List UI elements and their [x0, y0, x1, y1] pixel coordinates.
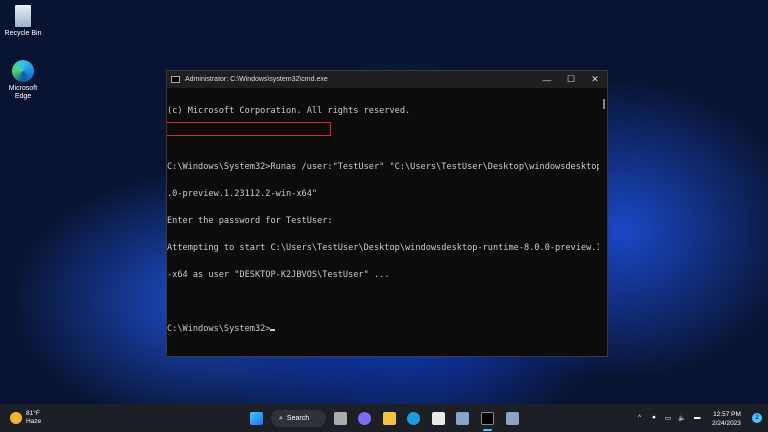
battery-icon[interactable]: ▬	[694, 414, 701, 421]
console-output[interactable]: (c) Microsoft Corporation. All rights re…	[167, 89, 599, 361]
search-label: Search	[286, 415, 310, 422]
installer-icon-2[interactable]	[506, 412, 519, 425]
console-line: Attempting to start C:\Users\TestUser\De…	[167, 243, 599, 253]
network-icon[interactable]: ▭	[665, 414, 671, 422]
window-title: Administrator: C:\Windows\system32\cmd.e…	[185, 76, 328, 83]
start-button[interactable]	[250, 412, 263, 425]
desktop-icon-label: Microsoft Edge	[8, 85, 38, 100]
file-explorer-icon[interactable]	[383, 412, 396, 425]
cmd-taskbar-icon[interactable]	[481, 412, 494, 425]
console-line: C:\Windows\System32>Runas /user:"TestUse…	[167, 162, 599, 172]
edge-icon	[12, 60, 34, 82]
recycle-bin-icon	[15, 5, 31, 27]
desktop-icon-label: Recycle Bin	[4, 30, 42, 37]
clock-date: 2/24/2023	[712, 420, 741, 427]
weather-haze-icon	[10, 412, 22, 424]
store-icon[interactable]	[432, 412, 445, 425]
weather-temp: 81°F	[26, 410, 40, 417]
clock-time: 12:57 PM	[713, 411, 741, 418]
console-line: .0-preview.1.23112.2-win-x64"	[167, 189, 318, 199]
desktop-icon-edge[interactable]: Microsoft Edge	[0, 60, 46, 101]
weather-condition: Haze	[26, 418, 42, 425]
task-view-icon[interactable]	[334, 412, 347, 425]
title-bar[interactable]: Administrator: C:\Windows\system32\cmd.e…	[167, 71, 607, 88]
maximize-button[interactable]: ☐	[559, 74, 583, 85]
active-indicator	[483, 429, 492, 431]
notification-badge[interactable]: 2	[752, 413, 762, 423]
tray-app-icon[interactable]: ●	[652, 414, 656, 421]
minimize-button[interactable]: —	[535, 75, 559, 85]
search-icon: ⌕	[279, 414, 283, 422]
edge-taskbar-icon[interactable]	[407, 412, 420, 425]
console-line: -x64 as user "DESKTOP-K2JBVOS\TestUser" …	[167, 270, 390, 280]
weather-widget[interactable]: 81°F Haze	[10, 410, 41, 426]
show-hidden-icons-chevron-icon[interactable]: ^	[638, 414, 641, 421]
clock[interactable]: 12:57 PM 2/24/2023	[712, 410, 741, 428]
scrollbar[interactable]	[603, 99, 605, 109]
cmd-window: Administrator: C:\Windows\system32\cmd.e…	[166, 70, 608, 357]
prompt-text: C:\Windows\System32>	[167, 324, 271, 334]
console-prompt: C:\Windows\System32>	[167, 325, 599, 334]
highlight-box	[167, 122, 331, 136]
desktop-icon-recycle-bin[interactable]: Recycle Bin	[0, 5, 46, 37]
taskbar: 81°F Haze ⌕ Search ^ ● ▭ 🔈 ▬ 12:57 PM 2/2…	[0, 404, 768, 432]
console-line: (c) Microsoft Corporation. All rights re…	[167, 106, 411, 116]
cmd-icon	[171, 76, 180, 83]
installer-icon[interactable]	[456, 412, 469, 425]
close-button[interactable]: ✕	[583, 74, 607, 85]
text-cursor	[270, 329, 276, 331]
console-line: Enter the password for TestUser:	[167, 216, 333, 226]
volume-icon[interactable]: 🔈	[678, 414, 686, 422]
chat-icon[interactable]	[358, 412, 371, 425]
search-box[interactable]: ⌕ Search	[271, 410, 326, 427]
